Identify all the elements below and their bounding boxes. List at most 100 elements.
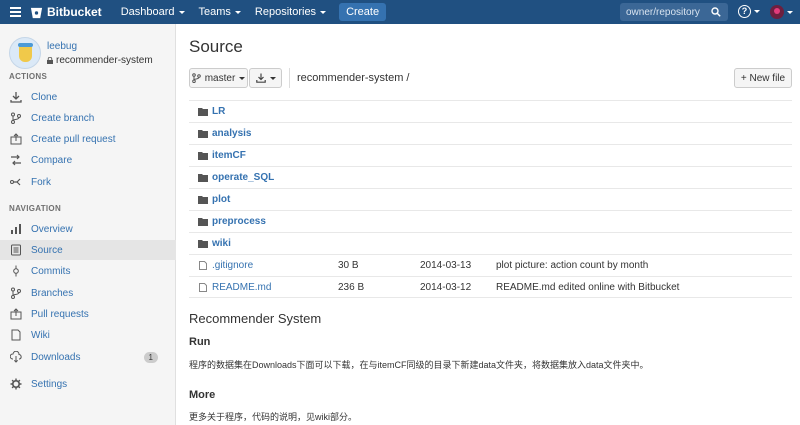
download-button[interactable]: [249, 68, 282, 88]
file-name[interactable]: .gitignore: [212, 260, 253, 271]
sidebar-item-label: Compare: [31, 154, 73, 166]
folder-icon: [198, 108, 208, 116]
user-avatar[interactable]: [770, 5, 784, 19]
chevron-down-icon[interactable]: [787, 11, 793, 14]
branch-icon: [9, 112, 22, 125]
table-row[interactable]: .gitignore 30 B 2014-03-13 plot picture:…: [189, 254, 792, 276]
lock-icon: [47, 56, 53, 64]
file-icon: [199, 261, 207, 270]
chevron-down-icon: [178, 10, 185, 14]
nav-repositories-label: Repositories: [254, 6, 317, 18]
file-name[interactable]: itemCF: [212, 150, 246, 161]
sidebar-item-compare[interactable]: Compare: [0, 150, 176, 170]
repo-owner-link[interactable]: leebug: [47, 41, 153, 52]
sidebar-item-source[interactable]: Source: [0, 240, 176, 260]
commit-message: plot picture: action count by month: [496, 260, 649, 271]
downloads-icon: [9, 351, 22, 364]
sidebar-item-commits[interactable]: Commits: [0, 261, 176, 281]
sidebar: leebug recommender-system ACTIONS Clone …: [0, 24, 176, 425]
sidebar-item-settings[interactable]: Settings: [0, 374, 176, 394]
sidebar-item-label: Source: [31, 244, 63, 256]
search-icon[interactable]: [711, 7, 721, 17]
table-row[interactable]: preprocess: [189, 210, 792, 232]
file-size: 30 B: [338, 260, 359, 271]
pull-requests-icon: [9, 308, 22, 321]
file-name[interactable]: plot: [212, 194, 230, 205]
folder-icon: [198, 130, 208, 138]
file-date: 2014-03-12: [420, 282, 472, 293]
new-file-button[interactable]: + New file: [734, 68, 792, 88]
wiki-icon: [9, 329, 22, 342]
file-size: 236 B: [338, 282, 365, 293]
sidebar-item-label: Create pull request: [31, 133, 116, 145]
toolbar-divider: [289, 68, 290, 88]
sidebar-item-wiki[interactable]: Wiki: [0, 325, 176, 345]
create-button[interactable]: Create: [339, 3, 387, 21]
sidebar-item-fork[interactable]: Fork: [0, 172, 176, 192]
nav-dashboard-label: Dashboard: [120, 6, 175, 18]
commits-icon: [9, 265, 22, 278]
main-nav: Dashboard Teams Repositories Create: [114, 0, 387, 24]
chevron-down-icon: [320, 10, 327, 14]
chevron-down-icon: [269, 76, 276, 80]
source-toolbar: master recommender-system / + New file: [189, 68, 792, 88]
folder-icon: [198, 240, 208, 248]
bitbucket-logo[interactable]: Bitbucket: [30, 5, 102, 19]
sidebar-item-overview[interactable]: Overview: [0, 219, 176, 239]
pull-request-icon: [9, 133, 22, 146]
sidebar-item-downloads[interactable]: Downloads 1: [0, 347, 176, 367]
download-icon: [255, 73, 266, 83]
repo-avatar[interactable]: [9, 37, 41, 69]
help-menu[interactable]: ?: [738, 5, 760, 18]
table-row[interactable]: LR: [189, 100, 792, 122]
search-input[interactable]: owner/repository: [620, 3, 728, 21]
folder-icon: [198, 218, 208, 226]
sidebar-item-label: Downloads: [31, 351, 81, 363]
table-row[interactable]: wiki: [189, 232, 792, 254]
source-icon: [9, 244, 22, 257]
file-name[interactable]: preprocess: [212, 216, 266, 227]
page-title: Source: [189, 37, 243, 56]
compare-icon: [9, 154, 22, 167]
nav-teams[interactable]: Teams: [192, 0, 248, 24]
settings-icon: [9, 378, 22, 391]
file-name[interactable]: wiki: [212, 238, 231, 249]
sidebar-item-create-pull-request[interactable]: Create pull request: [0, 129, 176, 149]
sidebar-item-label: Wiki: [31, 329, 50, 341]
menu-icon[interactable]: [0, 0, 30, 24]
file-icon: [199, 283, 207, 292]
sidebar-item-create-branch[interactable]: Create branch: [0, 108, 176, 128]
chevron-down-icon: [239, 76, 246, 80]
sidebar-item-branches[interactable]: Branches: [0, 283, 176, 303]
file-name[interactable]: README.md: [212, 282, 271, 293]
sidebar-item-label: Commits: [31, 265, 71, 277]
file-name[interactable]: operate_SQL: [212, 172, 274, 183]
downloads-count-badge: 1: [143, 352, 158, 363]
folder-icon: [198, 152, 208, 160]
folder-icon: [198, 196, 208, 204]
table-row[interactable]: itemCF: [189, 144, 792, 166]
breadcrumb[interactable]: recommender-system /: [297, 72, 409, 84]
file-name[interactable]: analysis: [212, 128, 251, 139]
table-row[interactable]: analysis: [189, 122, 792, 144]
table-row[interactable]: README.md 236 B 2014-03-12 README.md edi…: [189, 276, 792, 298]
sidebar-item-label: Settings: [31, 378, 68, 390]
table-row[interactable]: plot: [189, 188, 792, 210]
actions-section-title: ACTIONS: [9, 72, 48, 81]
nav-repositories[interactable]: Repositories: [248, 0, 333, 24]
commit-message: README.md edited online with Bitbucket: [496, 282, 680, 293]
repo-name[interactable]: recommender-system: [47, 55, 153, 66]
sidebar-item-pull-requests[interactable]: Pull requests: [0, 304, 176, 324]
table-row[interactable]: operate_SQL: [189, 166, 792, 188]
readme-title: Recommender System: [189, 311, 322, 326]
sidebar-item-label: Clone: [31, 91, 58, 103]
brand-name: Bitbucket: [47, 5, 102, 19]
branch-icon: [191, 73, 201, 83]
branches-icon: [9, 287, 22, 300]
sidebar-item-clone[interactable]: Clone: [0, 87, 176, 107]
file-name[interactable]: LR: [212, 106, 225, 117]
fork-icon: [9, 176, 22, 189]
clone-icon: [9, 91, 22, 104]
nav-dashboard[interactable]: Dashboard: [114, 0, 192, 24]
branch-selector[interactable]: master: [189, 68, 248, 88]
